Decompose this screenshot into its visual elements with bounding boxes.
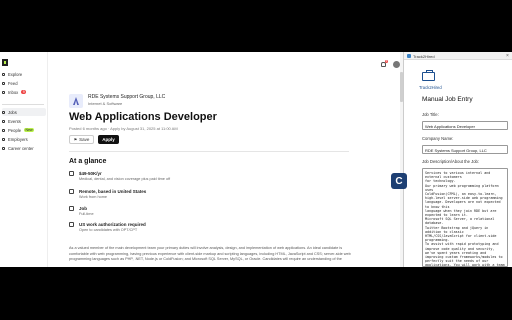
nav-item-employers[interactable]: Employers (2, 135, 28, 143)
job-title-label: Job Title: (422, 112, 439, 117)
globe-icon (69, 222, 74, 227)
nav-item-events[interactable]: Events (2, 117, 21, 125)
left-nav: Explore Feed Inbox 9 Jobs Events People Ne… (0, 52, 48, 267)
job-title: Web Applications Developer (69, 111, 217, 123)
nav-divider (2, 104, 44, 105)
nav-item-label: Inbox (8, 89, 19, 95)
nav-item-label: People (8, 127, 22, 133)
company-industry: Internet & Software (88, 101, 123, 106)
fact-heading: Job (79, 206, 88, 211)
job-description-textarea[interactable]: Services to various internal and externa… (422, 168, 508, 267)
panel-header-title: Track2Hired (413, 53, 435, 59)
avatar[interactable] (393, 61, 400, 68)
job-description: As a valued member of the main developme… (69, 246, 351, 261)
nav-item-inbox[interactable]: Inbox 9 (2, 88, 27, 96)
nav-item-label: Events (8, 118, 21, 124)
nav-item-label: Jobs (8, 109, 17, 115)
posted-info: Posted 6 months ago · Apply by August 31… (69, 126, 178, 131)
close-icon[interactable]: × (506, 53, 509, 59)
floating-action-button[interactable]: C (391, 173, 407, 189)
explore-icon (2, 72, 5, 76)
nav-item-feed[interactable]: Feed (2, 79, 18, 87)
fact-subtext: Open to candidates with OPT/CPT (79, 228, 138, 232)
extension-side-panel: Track2Hired × Track2Hired Manual Job Ent… (403, 52, 512, 267)
panel-header: Track2Hired × (404, 52, 512, 60)
brand-name: Track2Hired (419, 85, 442, 90)
inbox-count-badge: 9 (21, 90, 27, 94)
feed-icon (2, 81, 5, 85)
panel-heading: Manual Job Entry (422, 96, 473, 103)
nav-item-jobs[interactable]: Jobs (2, 108, 46, 116)
jobs-icon (2, 110, 5, 114)
briefcase-logo-icon (422, 70, 435, 81)
employers-icon (2, 137, 5, 141)
new-badge: New (24, 128, 35, 132)
browser-viewport: Explore Feed Inbox 9 Jobs Events People Ne… (0, 52, 512, 267)
fact-subtext: Medical, dental, and vision coverage plu… (79, 177, 171, 181)
nav-item-label: Career center (8, 145, 34, 151)
apply-button[interactable]: Apply (98, 135, 119, 144)
nav-item-career-center[interactable]: Career center (2, 144, 34, 152)
nav-item-label: Explore (8, 71, 23, 77)
company-logo[interactable] (69, 94, 83, 108)
nav-item-explore[interactable]: Explore (2, 70, 22, 78)
section-divider (69, 151, 349, 152)
app-logo[interactable] (2, 59, 8, 66)
save-button[interactable]: ⚑ Save (69, 135, 94, 144)
company-name-label: Company Name: (422, 136, 454, 141)
nav-item-people[interactable]: People New (2, 126, 35, 134)
fact-subtext: Full-time (79, 212, 94, 216)
notification-badge: 4 (385, 60, 388, 63)
save-label: Save (79, 137, 90, 142)
people-icon (2, 128, 5, 132)
extension-icon (407, 54, 411, 58)
job-title-field[interactable]: Web Applications Developer (422, 121, 508, 130)
inbox-icon (2, 90, 5, 94)
nav-item-label: Feed (8, 80, 18, 86)
bookmark-icon: ⚑ (73, 137, 78, 142)
career-center-icon (2, 146, 5, 150)
events-icon (2, 119, 5, 123)
company-name-field[interactable]: RDE Systems Support Group, LLC (422, 145, 508, 154)
fact-heading: US work authorization required (79, 222, 146, 227)
at-a-glance-heading: At a glance (69, 158, 107, 165)
location-pin-icon (69, 189, 74, 194)
fact-subtext: Work from home (79, 195, 107, 199)
briefcase-icon (69, 206, 74, 211)
company-name[interactable]: RDE Systems Support Group, LLC (88, 94, 165, 100)
money-icon (69, 171, 74, 176)
nav-item-label: Employers (8, 136, 28, 142)
description-label: Job Description/About the Job: (422, 159, 480, 164)
fact-heading: Remote, based in United States (79, 189, 147, 194)
fact-heading: $49-50K/yr (79, 171, 102, 176)
